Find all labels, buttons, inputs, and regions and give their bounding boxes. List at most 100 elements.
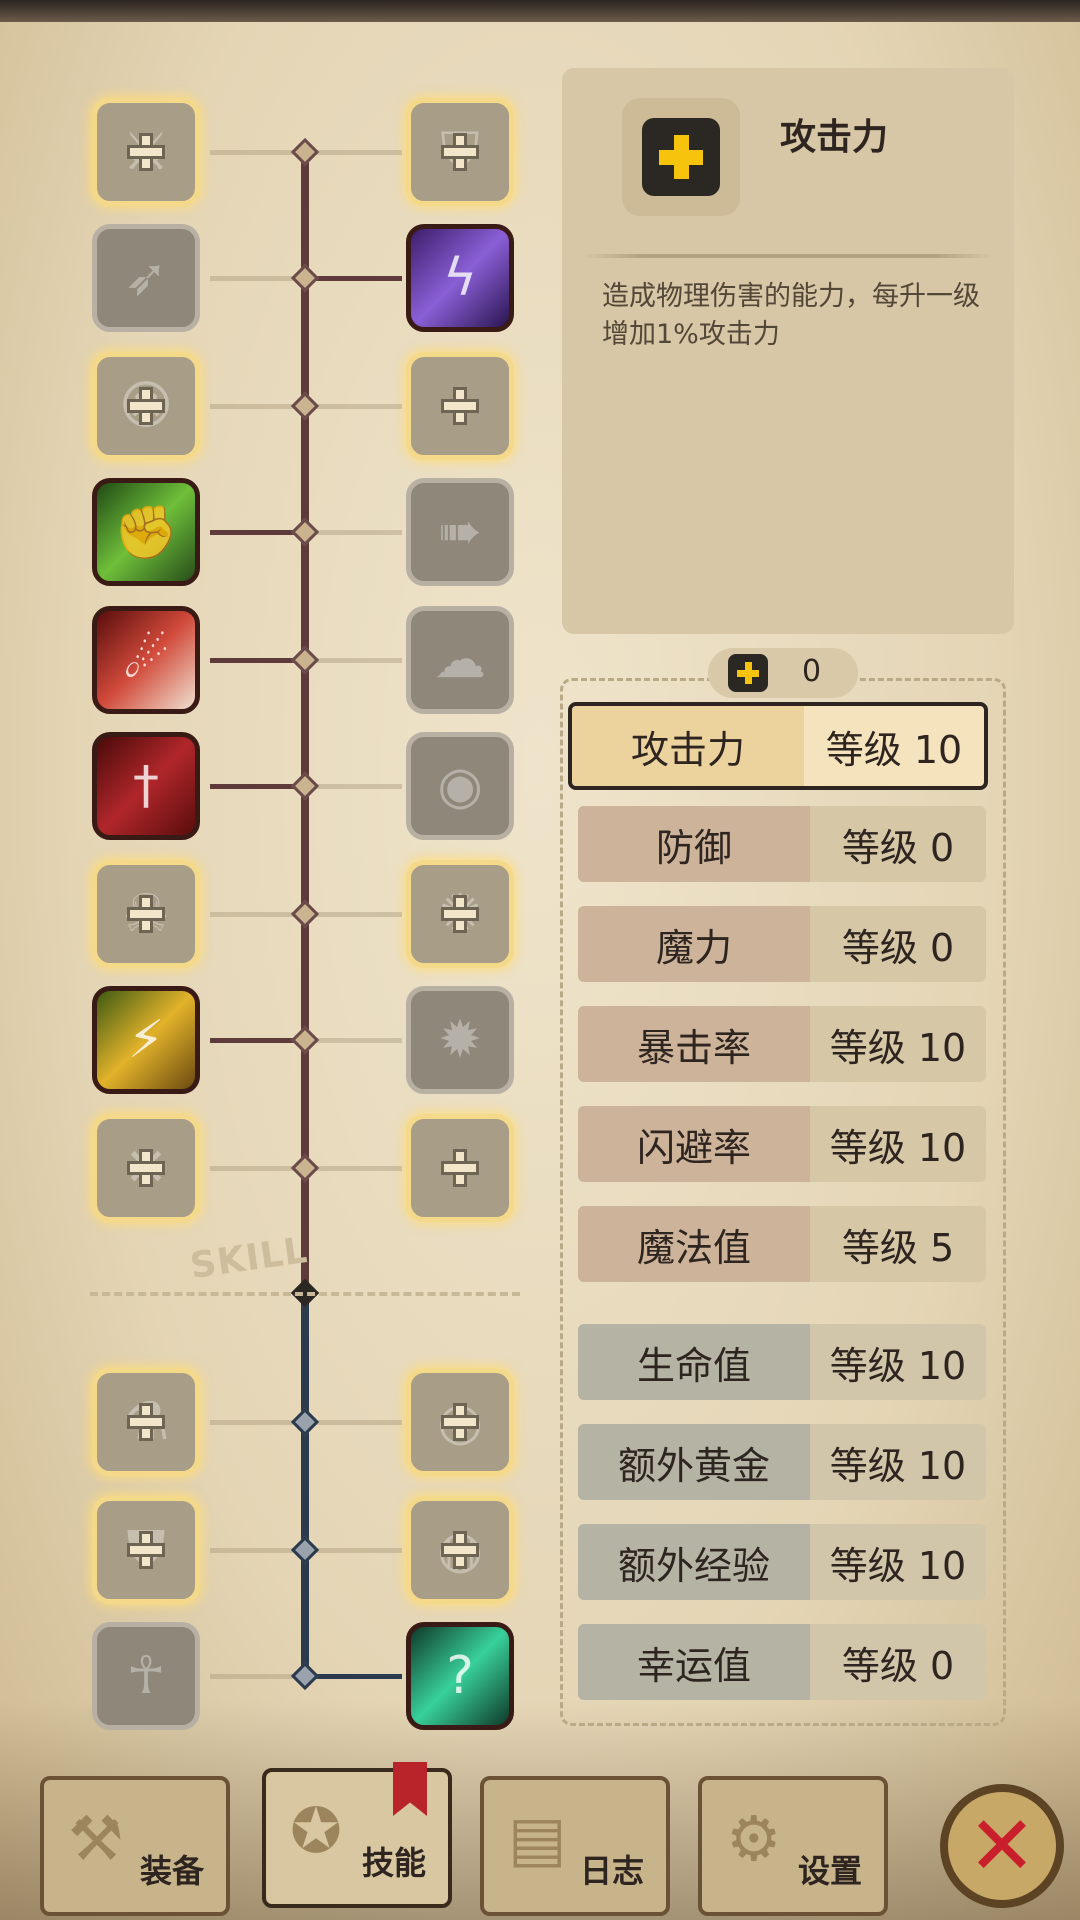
tab-equipment[interactable]: ⚒ 装备 xyxy=(40,1776,230,1916)
tab-label: 技能 xyxy=(361,1844,426,1882)
locked-plus-icon xyxy=(441,895,479,933)
tree-connector xyxy=(210,1038,302,1043)
skill-slot[interactable]: ◍ xyxy=(406,1496,514,1604)
skill-slot[interactable]: ⛨ xyxy=(406,98,514,206)
tree-divider xyxy=(90,1292,520,1296)
skill-slot[interactable]: ⚔ xyxy=(92,98,200,206)
stat-name: 生命值 xyxy=(578,1324,810,1400)
stat-name: 额外黄金 xyxy=(578,1424,810,1500)
close-button[interactable]: ✕ xyxy=(940,1784,1064,1908)
tree-node xyxy=(290,391,320,421)
skill-slot[interactable]: ⛊ xyxy=(92,1496,200,1604)
stat-name: 魔力 xyxy=(578,906,810,982)
tree-connector xyxy=(308,530,402,535)
stat-name: 暴击率 xyxy=(578,1006,810,1082)
skill-slot[interactable]: ϟ xyxy=(406,224,514,332)
stat-row[interactable]: 魔法值 等级 5 xyxy=(578,1206,986,1282)
tree-node xyxy=(290,517,320,547)
stat-row[interactable]: 攻击力 等级 10 xyxy=(568,702,988,790)
selected-skill-icon-frame xyxy=(622,98,740,216)
stat-row[interactable]: 生命值 等级 10 xyxy=(578,1324,986,1400)
stat-level: 等级 0 xyxy=(841,825,955,870)
locked-plus-icon xyxy=(127,133,165,171)
tree-node xyxy=(290,771,320,801)
skill-slot[interactable]: ☹ xyxy=(92,352,200,460)
tree-node xyxy=(290,1025,320,1055)
skill-slot[interactable]: ➶ xyxy=(92,224,200,332)
locked-plus-icon xyxy=(441,387,479,425)
tab-settings[interactable]: ⚙ 设置 xyxy=(698,1776,888,1916)
purple-lightning-icon: ϟ xyxy=(442,248,478,308)
skill-slot[interactable]: † xyxy=(92,732,200,840)
locked-plus-icon xyxy=(127,895,165,933)
skill-slot[interactable]: ✧ xyxy=(406,1114,514,1222)
tree-connector xyxy=(210,404,302,409)
orb-icon: ✹ xyxy=(438,1010,482,1070)
stat-row[interactable]: 幸运值 等级 0 xyxy=(578,1624,986,1700)
skill-slot[interactable]: ☠ xyxy=(92,860,200,968)
skill-slot[interactable]: ☥ xyxy=(92,1622,200,1730)
mystery-figure-icon: ? xyxy=(446,1646,474,1706)
stat-level: 等级 10 xyxy=(829,1343,967,1388)
skill-tree-spine-lower xyxy=(301,1292,309,1678)
gear-icon: ⚙ xyxy=(726,1802,782,1875)
skill-slot[interactable]: ? xyxy=(406,1622,514,1730)
tree-connector xyxy=(210,276,302,281)
stat-level: 等级 10 xyxy=(829,1443,967,1488)
green-flex-icon: ✊ xyxy=(113,502,179,563)
stat-level: 等级 10 xyxy=(829,1543,967,1588)
stat-row[interactable]: 暴击率 等级 10 xyxy=(578,1006,986,1082)
skill-slot[interactable]: ⚗ xyxy=(92,1368,200,1476)
stat-row[interactable]: 防御 等级 0 xyxy=(578,806,986,882)
locked-plus-icon xyxy=(127,1403,165,1441)
locked-plus-icon xyxy=(441,133,479,171)
skill-slot[interactable]: ✊ xyxy=(92,478,200,586)
stat-row[interactable]: 额外黄金 等级 10 xyxy=(578,1424,986,1500)
tree-node xyxy=(290,645,320,675)
skill-tree-spine-upper xyxy=(301,146,309,1292)
tree-connector xyxy=(210,1548,302,1553)
stat-level: 等级 10 xyxy=(829,1125,967,1170)
skill-slot[interactable]: ☁ xyxy=(406,606,514,714)
locked-plus-icon xyxy=(441,1403,479,1441)
points-plus-icon xyxy=(728,654,768,692)
tree-connector xyxy=(308,912,402,917)
tree-node xyxy=(290,1535,320,1565)
tree-connector xyxy=(308,150,402,155)
skill-slot[interactable]: ➠ xyxy=(406,478,514,586)
rush-icon: ➠ xyxy=(438,502,482,562)
locked-plus-icon xyxy=(127,387,165,425)
close-icon: ✕ xyxy=(967,1798,1037,1894)
locked-plus-icon xyxy=(127,1149,165,1187)
stat-row[interactable]: 魔力 等级 0 xyxy=(578,906,986,982)
skill-slot[interactable]: ✦ xyxy=(406,352,514,460)
stat-name: 幸运值 xyxy=(578,1624,810,1700)
stat-name: 额外经验 xyxy=(578,1524,810,1600)
tree-connector xyxy=(210,1420,302,1425)
skill-slot[interactable]: ⚡ xyxy=(92,986,200,1094)
red-dagger-icon: † xyxy=(133,756,159,816)
skill-slot[interactable]: ✹ xyxy=(406,986,514,1094)
skill-slot[interactable]: ☄ xyxy=(92,606,200,714)
skill-slot[interactable]: ✺ xyxy=(406,860,514,968)
stat-level: 等级 10 xyxy=(829,1025,967,1070)
stat-name: 魔法值 xyxy=(578,1206,810,1282)
eye-burst-icon: ◉ xyxy=(437,756,483,816)
stat-row[interactable]: 额外经验 等级 10 xyxy=(578,1524,986,1600)
skill-slot[interactable]: ◉ xyxy=(406,732,514,840)
bottom-nav-bar: ⚒ 装备 ✪ 技能 ▤ 日志 ⚙ 设置 xyxy=(0,1746,1080,1920)
skill-points-badge: 0 xyxy=(708,648,858,698)
tree-connector xyxy=(308,1038,402,1043)
skill-slot[interactable]: ✕ xyxy=(92,1114,200,1222)
skill-icon: ✪ xyxy=(290,1794,342,1867)
stat-row[interactable]: 闪避率 等级 10 xyxy=(578,1106,986,1182)
tab-journal[interactable]: ▤ 日志 xyxy=(480,1776,670,1916)
skill-slot[interactable]: ◎ xyxy=(406,1368,514,1476)
tree-connector xyxy=(308,1674,402,1679)
tree-connector xyxy=(308,404,402,409)
locked-plus-icon xyxy=(441,1149,479,1187)
tree-connector xyxy=(210,658,302,663)
dash-strike-icon: ➶ xyxy=(124,248,168,308)
locked-plus-icon xyxy=(127,1531,165,1569)
info-divider xyxy=(582,254,994,258)
